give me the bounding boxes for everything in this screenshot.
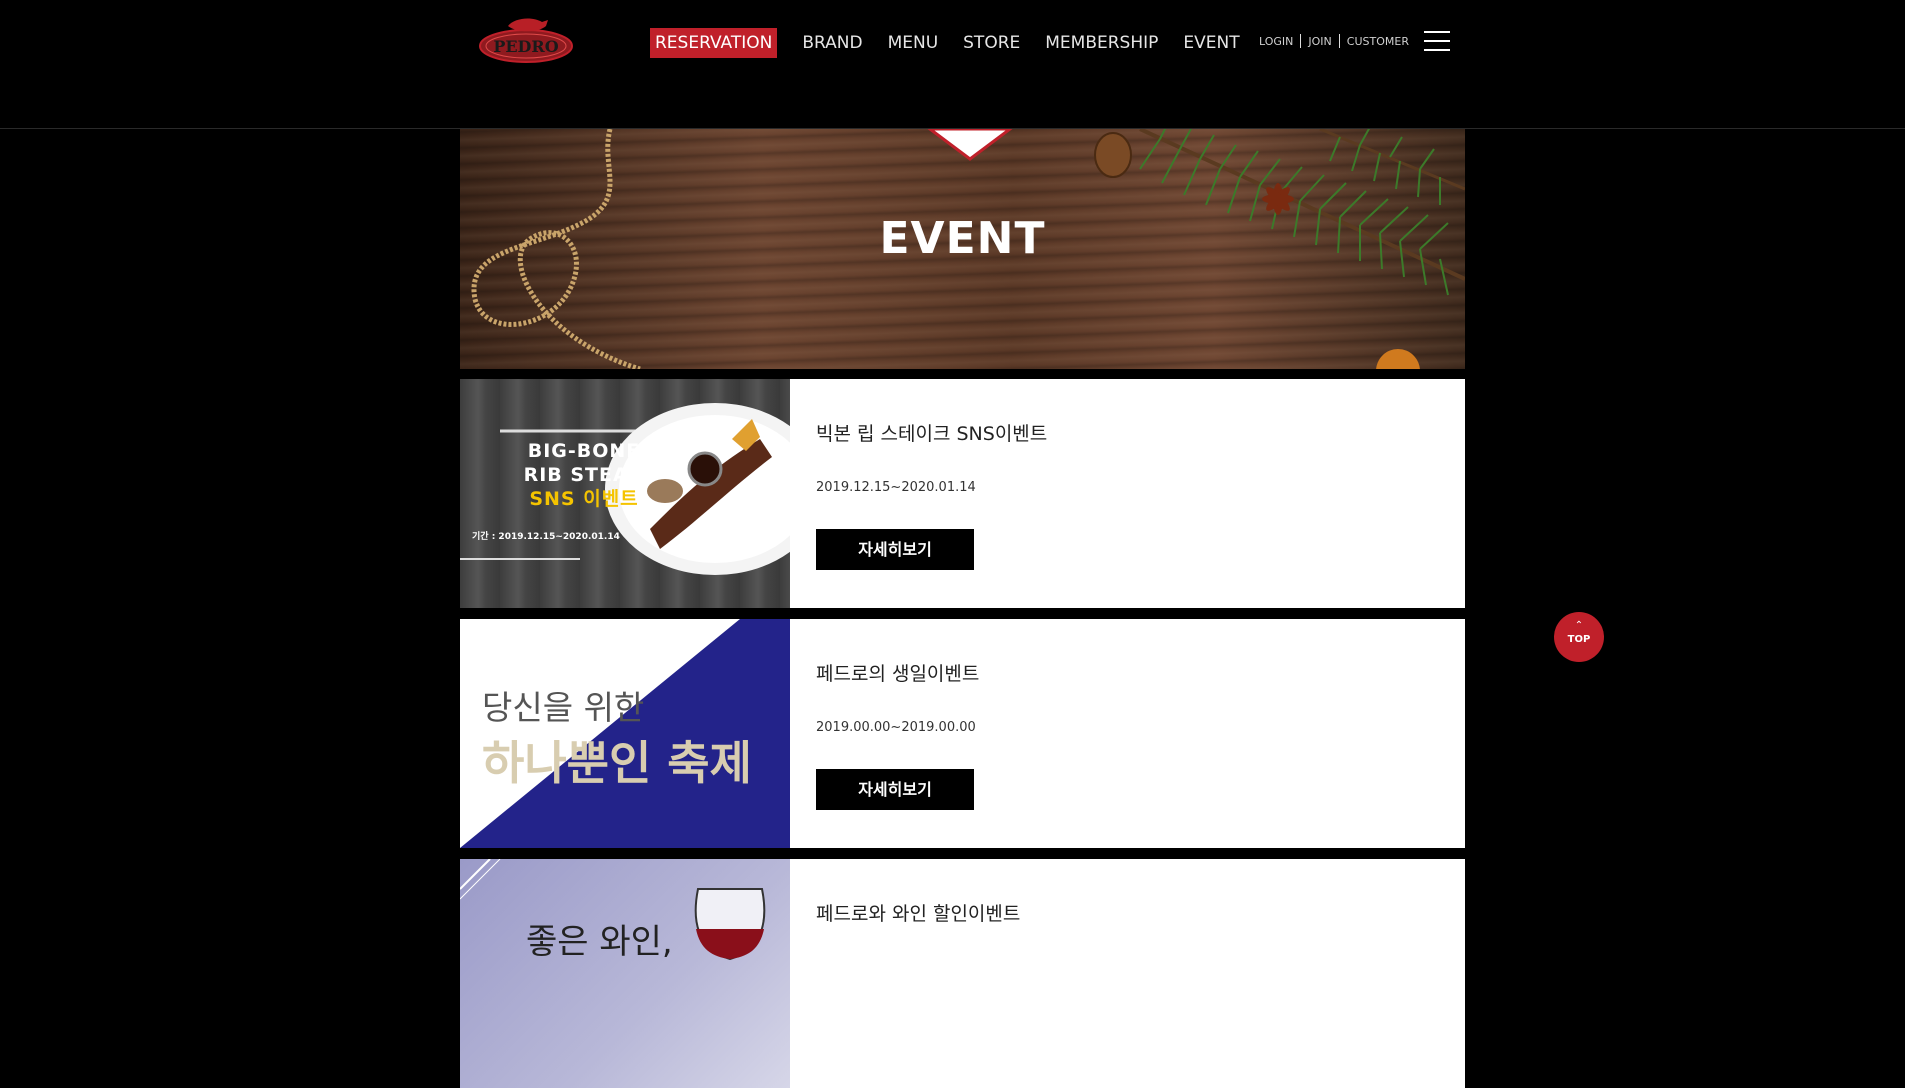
site-header: PEDRO RESERVATION BRAND MENU STORE MEMBE… xyxy=(0,0,1905,129)
divider xyxy=(1300,34,1302,48)
logo-text: PEDRO xyxy=(493,37,558,56)
login-link[interactable]: LOGIN xyxy=(1259,35,1293,48)
hamburger-menu-icon[interactable] xyxy=(1424,31,1450,51)
event-info: 페드로의 생일이벤트 2019.00.00~2019.00.00 자세히보기 xyxy=(816,619,1416,848)
event-thumbnail[interactable]: BIG-BONE RIB STEAK SNS 이벤트 기간 : 2019.12.… xyxy=(460,379,790,608)
wine-glass-image xyxy=(460,859,766,961)
scroll-top-button[interactable]: ⌃ TOP xyxy=(1554,612,1604,662)
nav-membership[interactable]: MEMBERSHIP xyxy=(1045,28,1158,58)
event-info: 빅본 립 스테이크 SNS이벤트 2019.12.15~2020.01.14 자… xyxy=(816,379,1416,608)
thumb-line-1: BIG-BONE xyxy=(527,440,641,462)
thumb-period: 기간 : 2019.12.15~2020.01.14 xyxy=(472,532,620,542)
join-link[interactable]: JOIN xyxy=(1308,35,1331,48)
nav-store[interactable]: STORE xyxy=(963,28,1020,58)
event-title[interactable]: 페드로의 생일이벤트 xyxy=(816,659,979,686)
nav-brand[interactable]: BRAND xyxy=(802,28,862,58)
customer-link[interactable]: CUSTOMER xyxy=(1347,35,1409,48)
chevron-up-icon: ⌃ xyxy=(1574,620,1584,631)
event-title[interactable]: 빅본 립 스테이크 SNS이벤트 xyxy=(816,419,1047,446)
nav-event[interactable]: EVENT xyxy=(1183,28,1239,58)
event-card[interactable]: 당신을 위한 하나뿐인 축제 페드로의 생일이벤트 2019.00.00~201… xyxy=(460,619,1465,848)
banner-title: EVENT xyxy=(879,213,1046,264)
utility-links: LOGIN JOIN CUSTOMER xyxy=(1259,34,1409,48)
event-info: 페드로와 와인 할인이벤트 xyxy=(816,859,1416,1088)
event-thumbnail[interactable]: 좋은 와인, xyxy=(460,859,790,1088)
event-thumbnail[interactable]: 당신을 위한 하나뿐인 축제 xyxy=(460,619,790,848)
event-title[interactable]: 페드로와 와인 할인이벤트 xyxy=(816,899,1020,926)
event-card[interactable]: BIG-BONE RIB STEAK SNS 이벤트 기간 : 2019.12.… xyxy=(460,379,1465,608)
pedro-logo[interactable]: PEDRO xyxy=(478,12,574,66)
event-date: 2019.12.15~2020.01.14 xyxy=(816,480,976,495)
thumb-line-2: 하나뿐인 축제 xyxy=(482,736,752,790)
main-nav: RESERVATION BRAND MENU STORE MEMBERSHIP … xyxy=(650,28,1265,58)
divider xyxy=(1338,34,1340,48)
thumb-line-1: 좋은 와인, xyxy=(526,922,673,962)
thumb-line-2: RIB STEAK xyxy=(523,464,645,486)
event-date: 2019.00.00~2019.00.00 xyxy=(816,720,976,735)
thumb-line-1: 당신을 위한 xyxy=(482,688,645,727)
detail-button[interactable]: 자세히보기 xyxy=(816,529,974,570)
nav-reservation[interactable]: RESERVATION xyxy=(650,28,778,58)
thumb-line-3: SNS 이벤트 xyxy=(529,488,639,510)
nav-menu[interactable]: MENU xyxy=(888,28,939,58)
detail-button[interactable]: 자세히보기 xyxy=(816,769,974,810)
event-banner: EVENT xyxy=(460,129,1465,369)
top-label: TOP xyxy=(1567,634,1591,645)
event-card[interactable]: 좋은 와인, 페드로와 와인 할인이벤트 xyxy=(460,859,1465,1088)
